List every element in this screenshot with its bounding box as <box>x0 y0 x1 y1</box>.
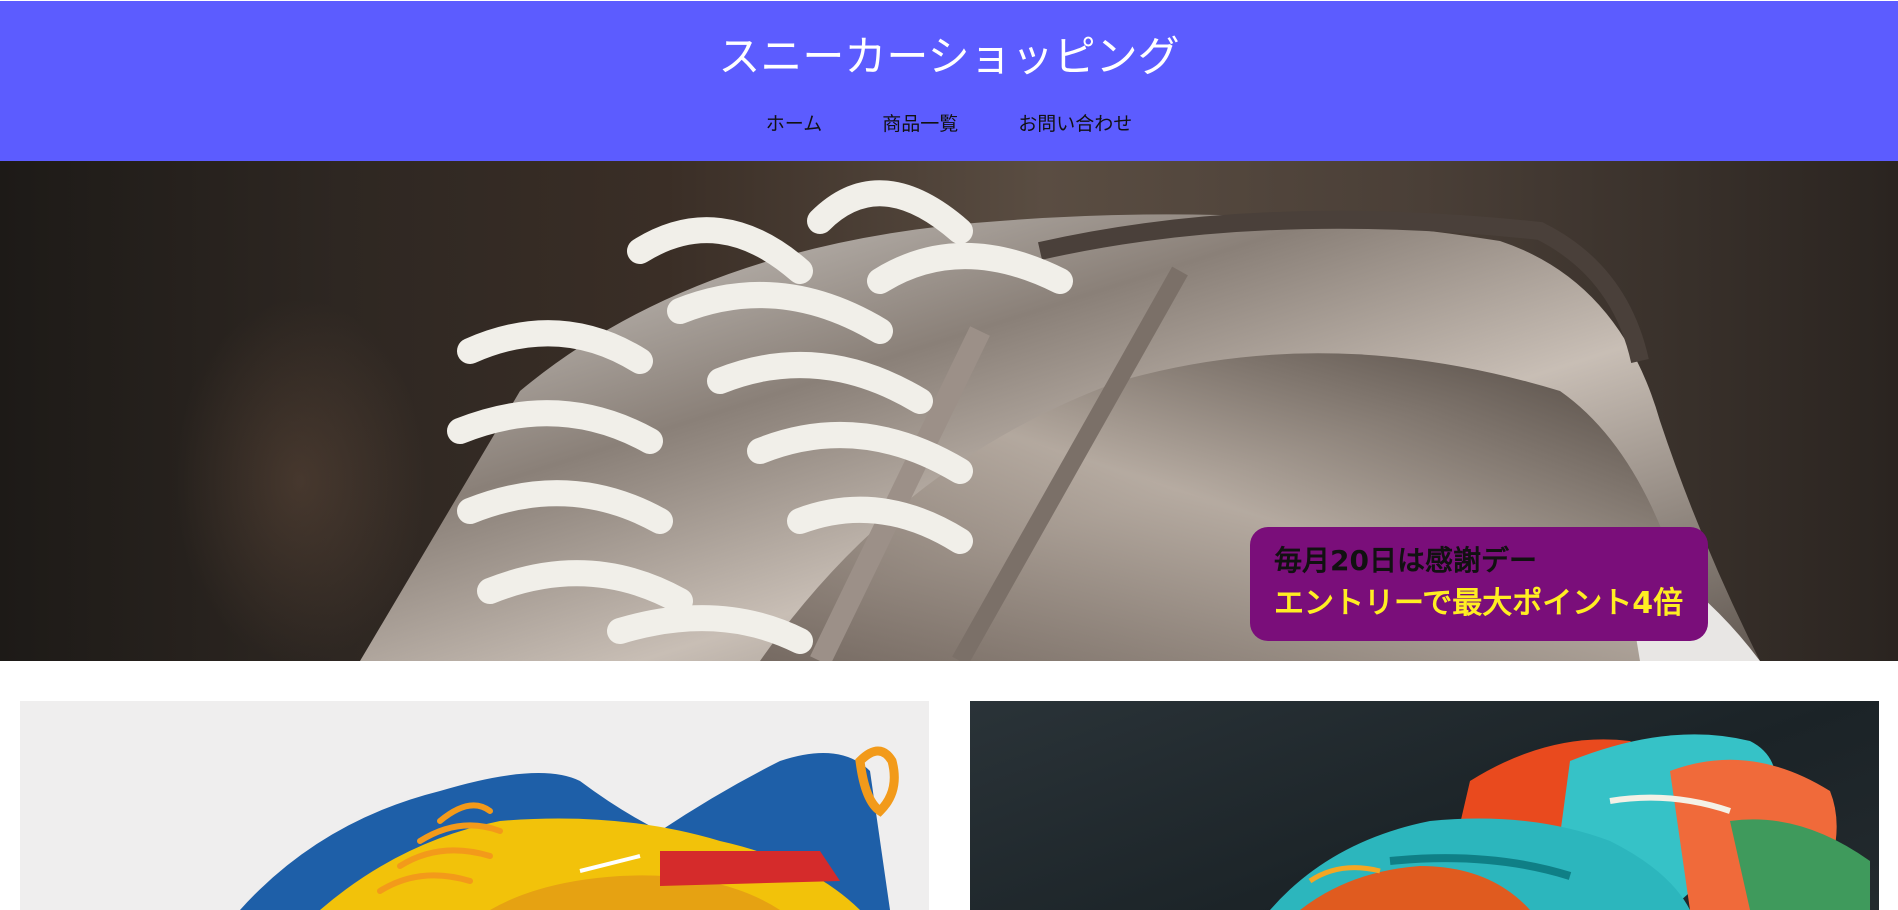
nav-home-link[interactable]: ホーム <box>766 109 822 139</box>
nav-contact-link[interactable]: お問い合わせ <box>1018 109 1132 139</box>
promo-subtitle: エントリーで最大ポイント4倍 <box>1274 586 1684 621</box>
main-nav: ホーム 商品一覧 お問い合わせ <box>0 109 1898 139</box>
sneaker-image <box>1270 734 1870 910</box>
site-header: スニーカーショッピング ホーム 商品一覧 お問い合わせ <box>0 1 1898 161</box>
product-card[interactable] <box>20 701 929 910</box>
promo-banner[interactable]: 毎月20日は感謝デー エントリーで最大ポイント4倍 <box>1250 527 1708 641</box>
nav-products-link[interactable]: 商品一覧 <box>882 109 958 139</box>
hero-banner[interactable]: 毎月20日は感謝デー エントリーで最大ポイント4倍 <box>0 161 1898 661</box>
sneaker-image <box>240 746 899 910</box>
promo-title: 毎月20日は感謝デー <box>1274 544 1537 577</box>
site-title[interactable]: スニーカーショッピング <box>0 29 1898 85</box>
product-card[interactable] <box>970 701 1879 910</box>
